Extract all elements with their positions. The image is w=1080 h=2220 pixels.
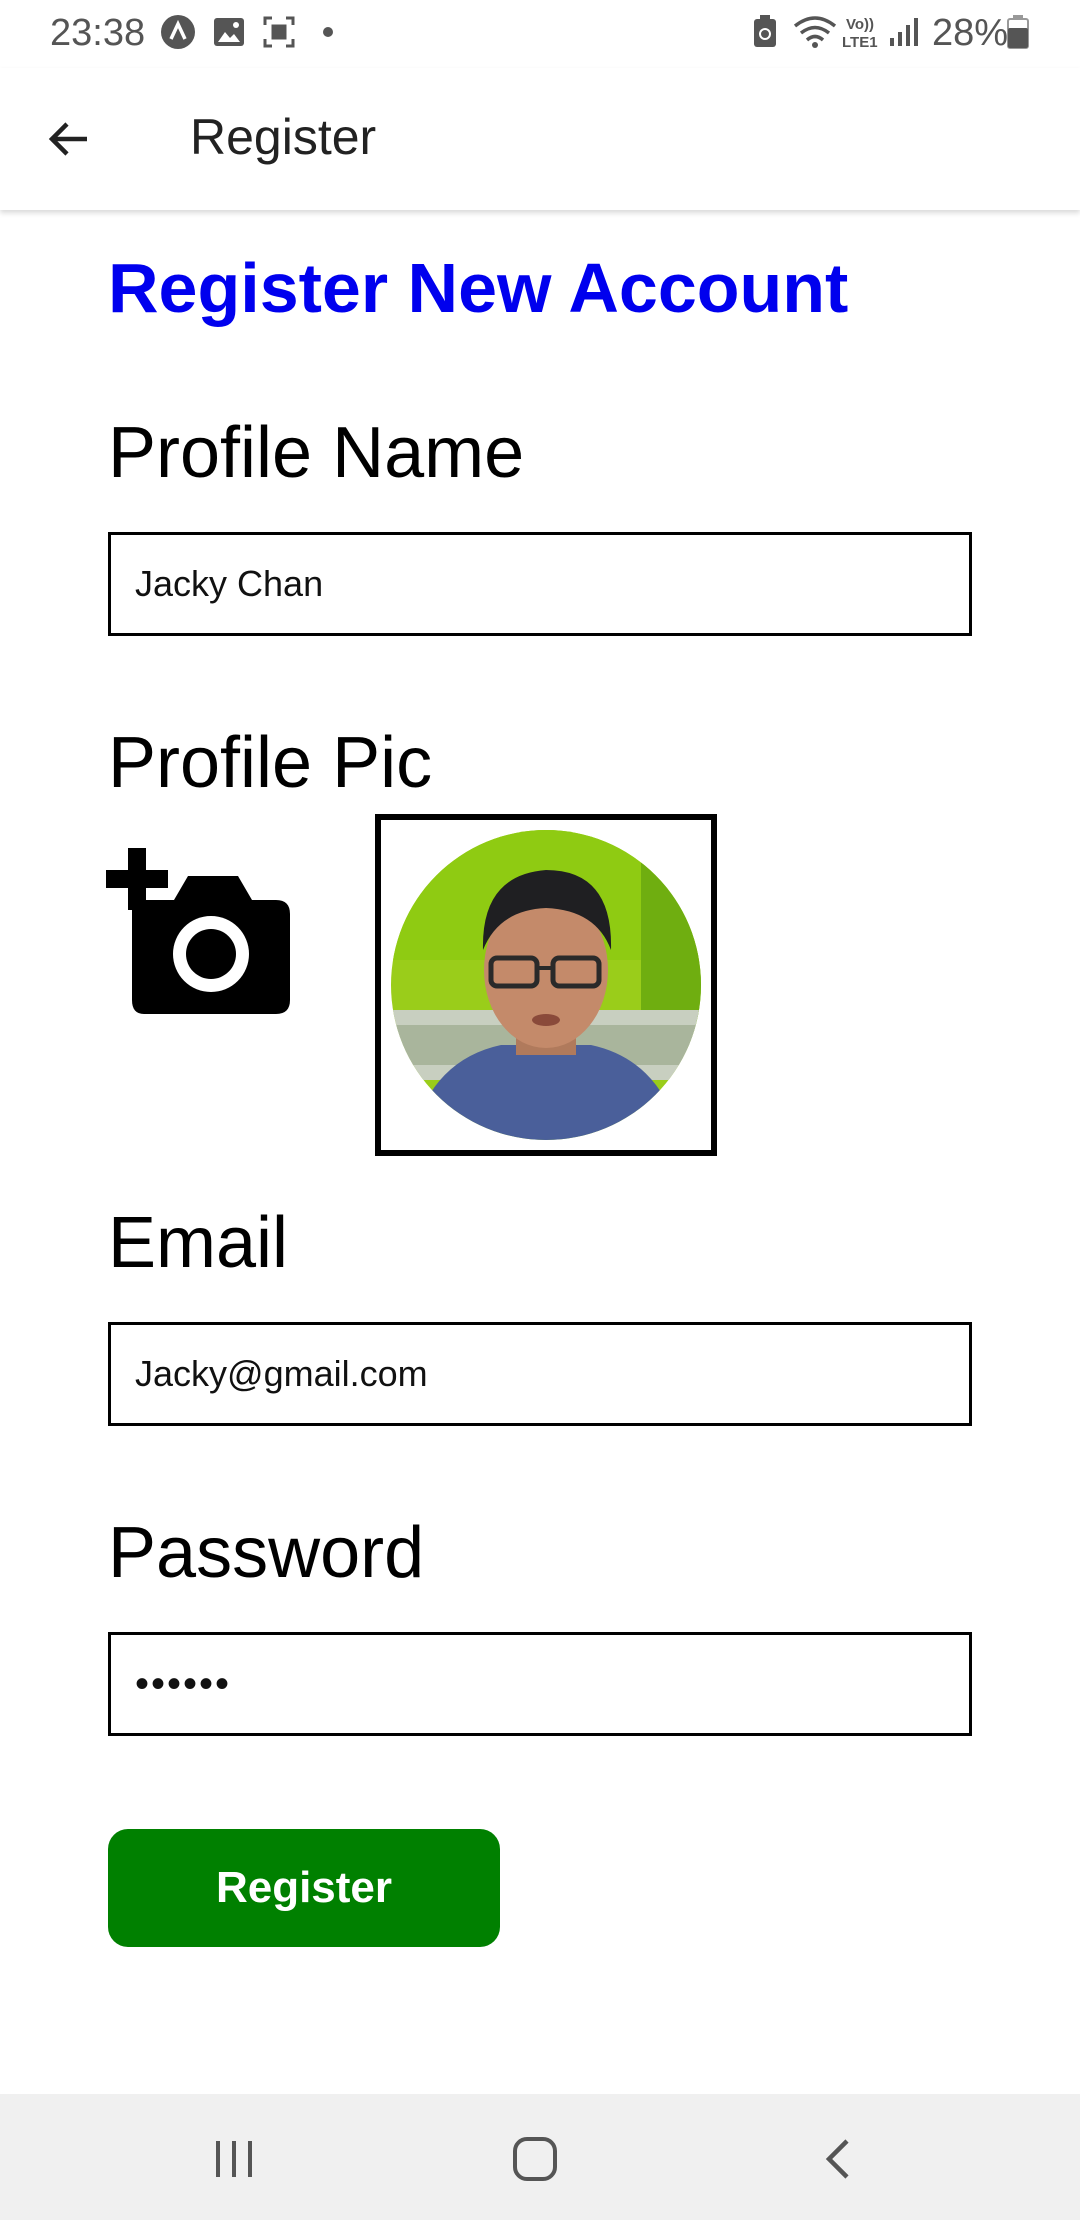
recent-apps-icon — [216, 2141, 252, 2177]
system-back-button[interactable] — [798, 2124, 878, 2194]
back-icon — [825, 2139, 849, 2179]
password-input[interactable] — [108, 1632, 972, 1736]
app-bar-title: Register — [190, 109, 377, 165]
email-input[interactable] — [108, 1322, 972, 1426]
page-heading: Register New Account — [108, 249, 849, 327]
battery-icon — [1006, 14, 1030, 50]
dot-icon — [322, 14, 334, 50]
avatar — [391, 830, 701, 1140]
home-icon — [513, 2137, 557, 2181]
home-button[interactable] — [495, 2124, 575, 2194]
screenshot-icon — [262, 14, 296, 50]
wifi-icon — [792, 14, 838, 50]
arrow-left-icon — [48, 122, 87, 156]
status-bar: 23:38 Vo)) LTE1 28% — [0, 0, 1080, 68]
password-label: Password — [108, 1513, 425, 1593]
system-nav-bar — [0, 2094, 1080, 2220]
profile-name-input[interactable] — [108, 532, 972, 636]
add-a-photo-icon — [106, 848, 290, 1014]
app-bar: Register — [0, 68, 1080, 210]
add-photo-button[interactable] — [104, 848, 294, 1018]
svg-text:Vo)): Vo)) — [846, 16, 874, 33]
assistant-icon — [160, 14, 196, 50]
image-icon — [212, 14, 246, 50]
battery-percent: 28% — [932, 12, 1009, 54]
recent-apps-button[interactable] — [194, 2124, 274, 2194]
email-label: Email — [108, 1203, 289, 1283]
battery-saver-icon — [752, 14, 778, 50]
profile-name-label: Profile Name — [108, 413, 525, 493]
profile-pic-label: Profile Pic — [108, 723, 433, 803]
register-button[interactable]: Register — [108, 1829, 500, 1947]
volte-lte1-icon: Vo)) LTE1 — [842, 14, 882, 50]
back-button[interactable] — [36, 106, 102, 172]
profile-photo-frame — [375, 814, 717, 1156]
svg-text:LTE1: LTE1 — [842, 34, 878, 50]
signal-icon — [888, 14, 920, 50]
status-time: 23:38 — [50, 12, 146, 54]
